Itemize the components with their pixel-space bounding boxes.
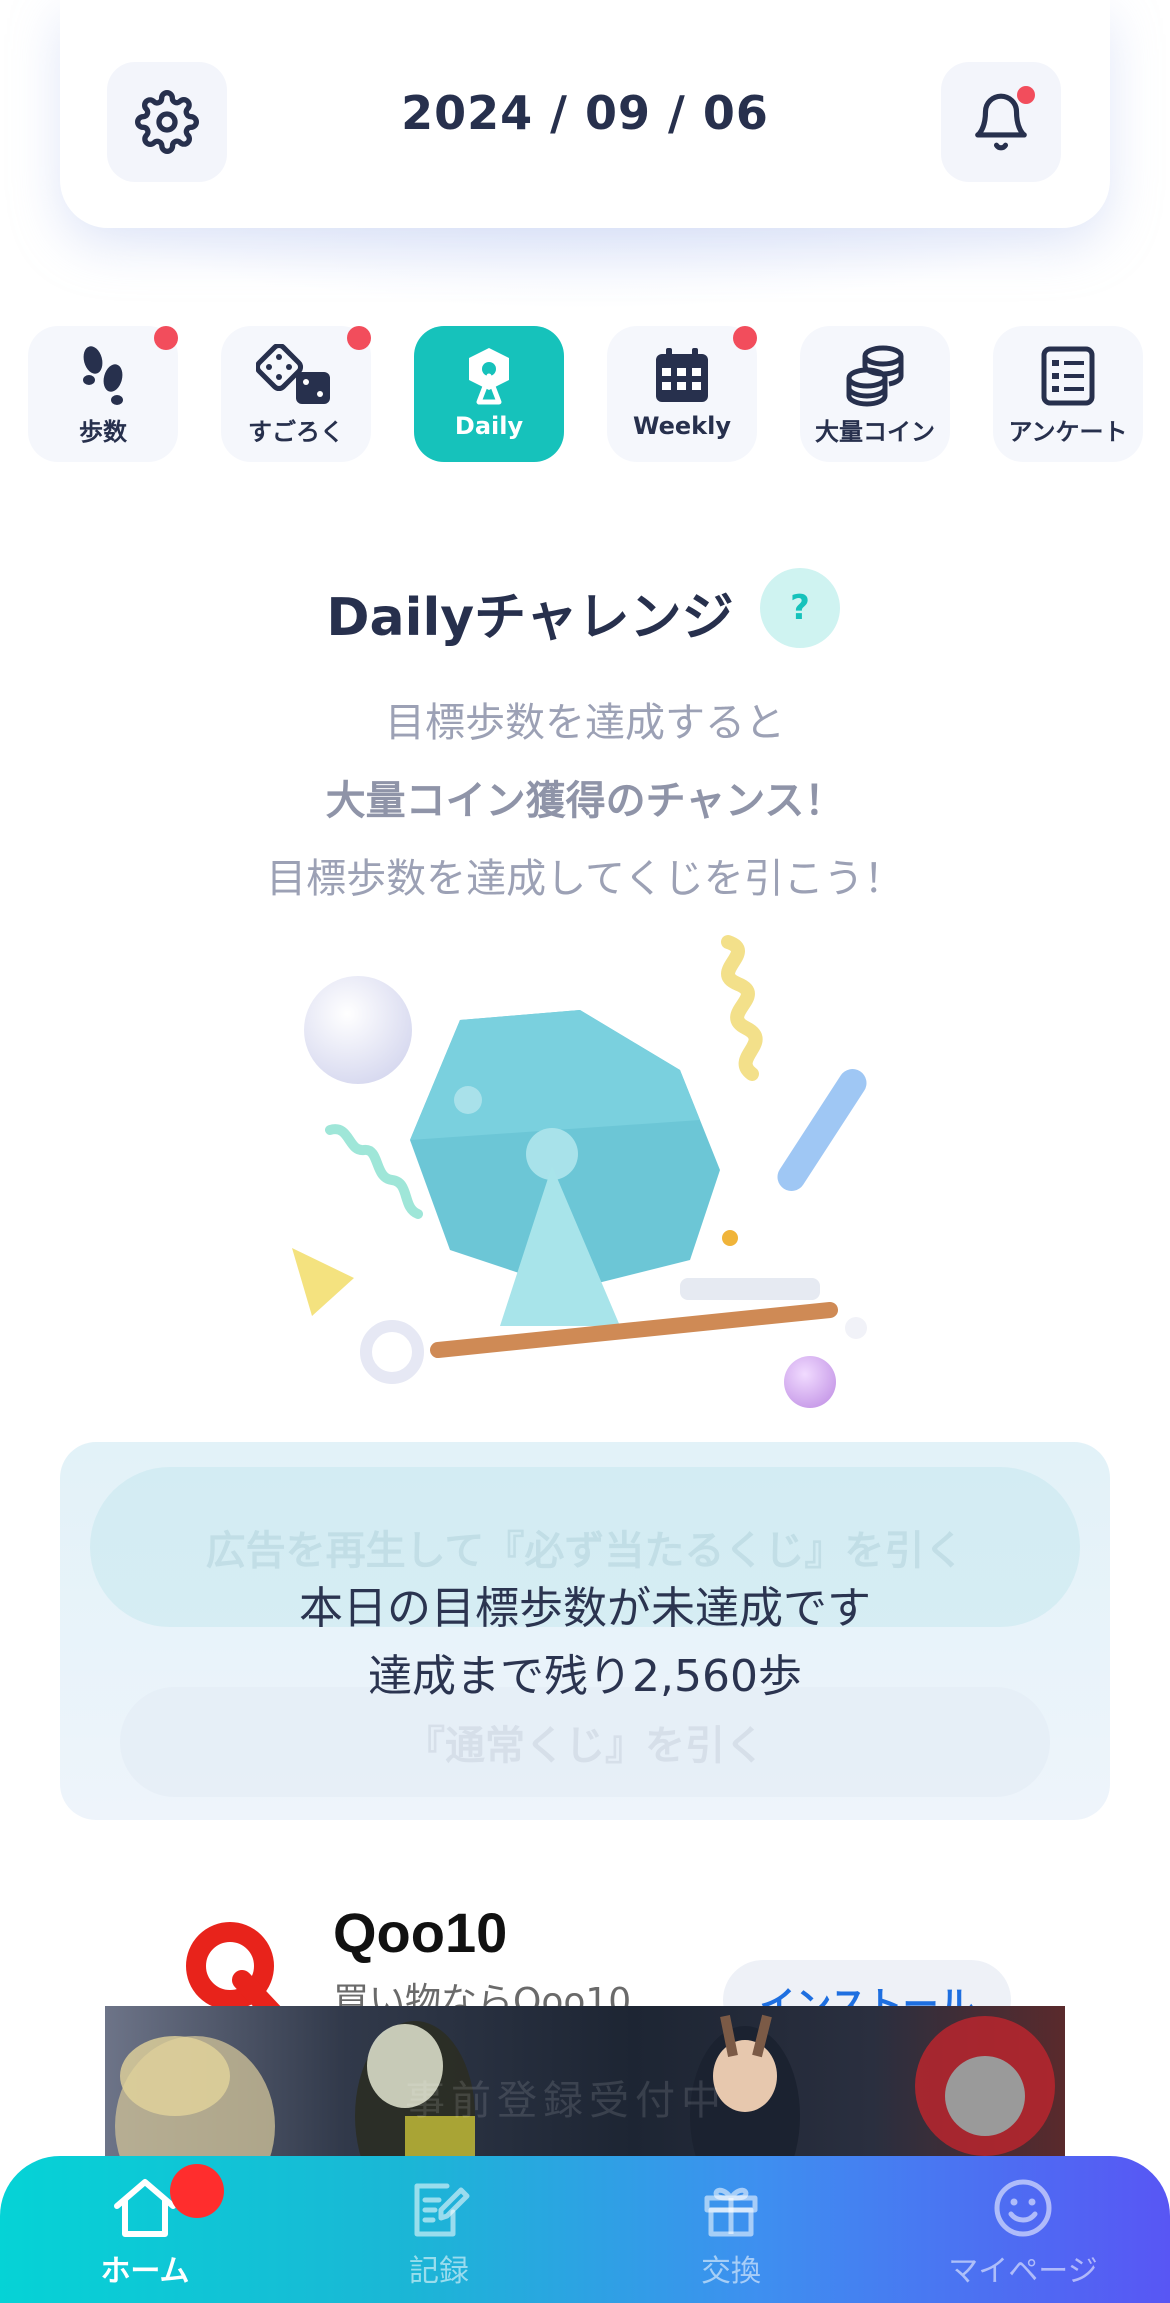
tab-sugoroku[interactable]: すごろく <box>221 326 371 462</box>
tab-label: 大量コイン <box>815 418 935 446</box>
header-card: 2024 / 09 / 06 <box>60 0 1110 228</box>
tab-label: Daily <box>454 412 524 440</box>
tab-badge-dot <box>733 326 757 350</box>
tab-badge-dot <box>154 326 178 350</box>
nav-label: ホーム <box>100 2254 190 2289</box>
lottery-machine-illustration <box>292 935 867 1408</box>
tab-weekly[interactable]: Weekly <box>607 326 757 462</box>
status-line-1: 本日の目標歩数が未達成です <box>299 1583 871 1634</box>
banner-text: 事前登録受付中 <box>405 2078 727 2124</box>
tab-badge-dot <box>347 326 371 350</box>
nav-mypage[interactable]: マイページ <box>938 2176 1108 2290</box>
description-line-3: 目標歩数を達成してくじを引こう！ <box>266 856 904 902</box>
record-icon <box>414 2183 470 2237</box>
tab-daily[interactable]: Daily <box>414 326 564 462</box>
nav-exchange[interactable]: 交換 <box>646 2176 816 2290</box>
ad-app-name: Qoo10 <box>333 1901 508 1964</box>
nav-record[interactable]: 記録 <box>354 2176 524 2290</box>
status-line-2: 達成まで残り2,560歩 <box>368 1651 802 1702</box>
tab-big-coins[interactable]: 大量コイン <box>800 326 950 462</box>
tab-steps[interactable]: 歩数 <box>28 326 178 462</box>
notification-dot <box>1017 86 1035 104</box>
footprints-icon <box>83 346 123 405</box>
nav-label: 記録 <box>409 2254 469 2289</box>
tab-survey[interactable]: アンケート <box>993 326 1143 462</box>
tab-label: Weekly <box>632 412 731 440</box>
tab-label: アンケート <box>1008 418 1128 446</box>
dice-icon <box>256 344 330 404</box>
lottery-card: 広告を再生して『必ず当たるくじ』を引く 『通常くじ』を引く 本日の目標歩数が未達… <box>60 1442 1110 1820</box>
smile-icon <box>994 2179 1052 2237</box>
nav-label: 交換 <box>701 2254 761 2289</box>
gift-icon <box>704 2187 758 2237</box>
calendar-icon <box>656 348 708 402</box>
description-line-2: 大量コイン獲得のチャンス！ <box>325 778 845 824</box>
survey-icon <box>1041 346 1095 406</box>
lottery-icon <box>469 348 509 405</box>
help-button[interactable]: ? <box>760 568 840 648</box>
notification-button[interactable] <box>941 62 1061 182</box>
challenge-title: Dailyチャレンジ <box>326 588 734 648</box>
nav-label: マイページ <box>948 2254 1098 2289</box>
qoo10-logo <box>186 1922 282 2018</box>
ad-banner[interactable]: 事前登録受付中 <box>105 2006 1065 2176</box>
tab-label: 歩数 <box>79 418 127 446</box>
description-line-1: 目標歩数を達成すると <box>385 700 785 746</box>
coins-icon <box>846 345 904 407</box>
tab-label: すごろく <box>248 418 344 446</box>
home-badge-dot <box>170 2164 224 2218</box>
